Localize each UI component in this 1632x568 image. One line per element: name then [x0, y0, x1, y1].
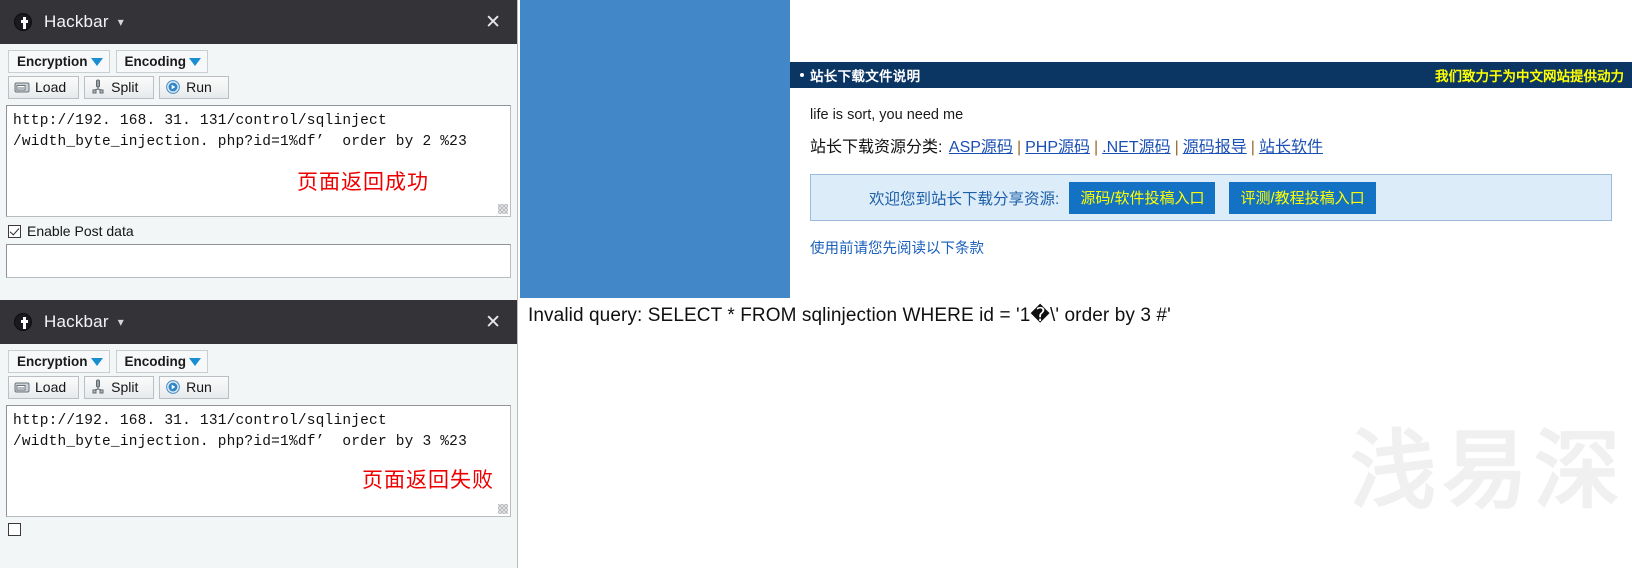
- submit-banner: 欢迎您到站长下载分享资源: 源码/软件投稿入口 评测/教程投稿入口: [810, 174, 1612, 222]
- split-button[interactable]: Split: [84, 76, 155, 99]
- separator-2: |: [1094, 138, 1099, 156]
- page-header-slogan: 我们致力于为中文网站提供动力: [1435, 69, 1624, 84]
- watermark-text: 浅易深: [1350, 423, 1626, 519]
- annotation-failure: 页面返回失败: [362, 469, 494, 492]
- split-button-label: Split: [111, 79, 139, 95]
- triangle-down-icon: [189, 57, 202, 66]
- submit-button-source[interactable]: 源码/软件投稿入口: [1069, 181, 1216, 214]
- hackbar-logo-icon: [14, 13, 32, 31]
- encoding-dropdown-label: Encoding: [124, 354, 187, 369]
- page-header-title: 站长下载文件说明: [810, 69, 921, 84]
- page-body: life is sort, you need me 站长下载资源分类: ASP源…: [790, 88, 1632, 258]
- split-icon: [90, 379, 106, 395]
- chevron-down-icon[interactable]: ▾: [118, 316, 124, 328]
- hackbar-logo-icon: [14, 313, 32, 331]
- enable-post-data-row: [0, 517, 517, 541]
- split-button-label: Split: [111, 379, 139, 395]
- screenshot-root: 站长下载文件说明 我们致力于为中文网站提供动力 life is sort, yo…: [0, 0, 1632, 568]
- encoding-dropdown[interactable]: Encoding: [115, 350, 209, 373]
- hackbar-title: Hackbar: [44, 12, 109, 31]
- submit-button-review[interactable]: 评测/教程投稿入口: [1229, 181, 1376, 214]
- load-button[interactable]: Load: [8, 76, 80, 99]
- resize-grip-icon[interactable]: [498, 204, 508, 214]
- triangle-down-icon: [90, 57, 103, 66]
- load-button[interactable]: Load: [8, 376, 80, 399]
- category-link-asp[interactable]: ASP源码: [949, 139, 1013, 156]
- load-button-label: Load: [35, 379, 67, 395]
- page-header-bar: 站长下载文件说明 我们致力于为中文网站提供动力: [790, 62, 1632, 88]
- separator-3: |: [1174, 138, 1179, 156]
- annotation-success: 页面返回成功: [297, 171, 429, 194]
- run-button[interactable]: Run: [159, 376, 230, 399]
- hackbar-dropdown-row: Encryption Encoding: [8, 350, 517, 373]
- chevron-down-icon[interactable]: ▾: [118, 16, 124, 28]
- encoding-dropdown[interactable]: Encoding: [115, 50, 209, 73]
- close-icon[interactable]: ✕: [481, 311, 505, 334]
- hackbar-button-row: Load Split Run: [8, 376, 517, 399]
- encryption-dropdown-label: Encryption: [17, 54, 88, 69]
- url-textarea-value: http://192. 168. 31. 131/control/sqlinje…: [13, 413, 467, 450]
- url-textarea-value: http://192. 168. 31. 131/control/sqlinje…: [13, 113, 467, 150]
- url-textarea[interactable]: http://192. 168. 31. 131/control/sqlinje…: [6, 105, 511, 217]
- encryption-dropdown-label: Encryption: [17, 354, 88, 369]
- enable-post-data-label: Enable Post data: [27, 223, 134, 239]
- category-link-software[interactable]: 站长软件: [1259, 139, 1323, 156]
- category-link-report[interactable]: 源码报导: [1183, 139, 1247, 156]
- resize-grip-icon[interactable]: [498, 504, 508, 514]
- hackbar-toolbar: Encryption Encoding Load Split Run: [0, 344, 517, 399]
- sql-error-message: Invalid query: SELECT * FROM sqlinjectio…: [528, 305, 1171, 326]
- hackbar-toolbar: Encryption Encoding Load Split Run: [0, 44, 517, 99]
- hackbar-panel-top: Hackbar ▾ ✕ Encryption Encoding Load Spl…: [0, 0, 518, 300]
- split-icon: [90, 79, 106, 95]
- message-en: life is sort, you need me: [810, 107, 964, 123]
- load-button-label: Load: [35, 79, 67, 95]
- url-textarea[interactable]: http://192. 168. 31. 131/control/sqlinje…: [6, 405, 511, 517]
- terms-link[interactable]: 使用前请您先阅读以下条款: [810, 237, 984, 258]
- bullet-icon: [800, 73, 804, 77]
- triangle-down-icon: [189, 357, 202, 366]
- separator-4: |: [1250, 138, 1255, 156]
- submit-banner-label: 欢迎您到站长下载分享资源:: [869, 190, 1060, 208]
- category-line: 站长下载资源分类: ASP源码 | PHP源码 | .NET源码 | 源码报导 | 站长软件: [810, 137, 1612, 159]
- enable-post-data-checkbox[interactable]: [8, 224, 21, 238]
- split-button[interactable]: Split: [84, 376, 155, 399]
- hackbar-panel-bottom: Hackbar ▾ ✕ Encryption Encoding Load Spl…: [0, 300, 518, 568]
- run-button-label: Run: [186, 379, 212, 395]
- category-link-php[interactable]: PHP源码: [1025, 139, 1090, 156]
- category-label: 站长下载资源分类:: [810, 138, 943, 156]
- load-icon: [14, 79, 30, 95]
- run-button-label: Run: [186, 79, 212, 95]
- enable-post-data-row: Enable Post data: [0, 217, 517, 244]
- run-icon: [165, 79, 181, 95]
- hackbar-dropdown-row: Encryption Encoding: [8, 50, 517, 73]
- close-icon[interactable]: ✕: [481, 11, 505, 34]
- run-icon: [165, 379, 181, 395]
- encoding-dropdown-label: Encoding: [124, 54, 187, 69]
- separator-1: |: [1016, 138, 1022, 156]
- post-data-textarea[interactable]: [6, 244, 511, 278]
- encryption-dropdown[interactable]: Encryption: [8, 350, 110, 373]
- page-header-left: 站长下载文件说明: [800, 65, 920, 85]
- run-button[interactable]: Run: [159, 76, 230, 99]
- encryption-dropdown[interactable]: Encryption: [8, 50, 110, 73]
- hackbar-titlebar: Hackbar ▾ ✕: [0, 0, 517, 44]
- category-link-net[interactable]: .NET源码: [1102, 139, 1170, 156]
- hackbar-title: Hackbar: [44, 312, 109, 331]
- load-icon: [14, 379, 30, 395]
- hackbar-titlebar: Hackbar ▾ ✕: [0, 300, 517, 344]
- web-page-card: 站长下载文件说明 我们致力于为中文网站提供动力 life is sort, yo…: [790, 0, 1632, 298]
- hackbar-button-row: Load Split Run: [8, 76, 517, 99]
- enable-post-data-checkbox[interactable]: [8, 523, 21, 536]
- triangle-down-icon: [90, 357, 103, 366]
